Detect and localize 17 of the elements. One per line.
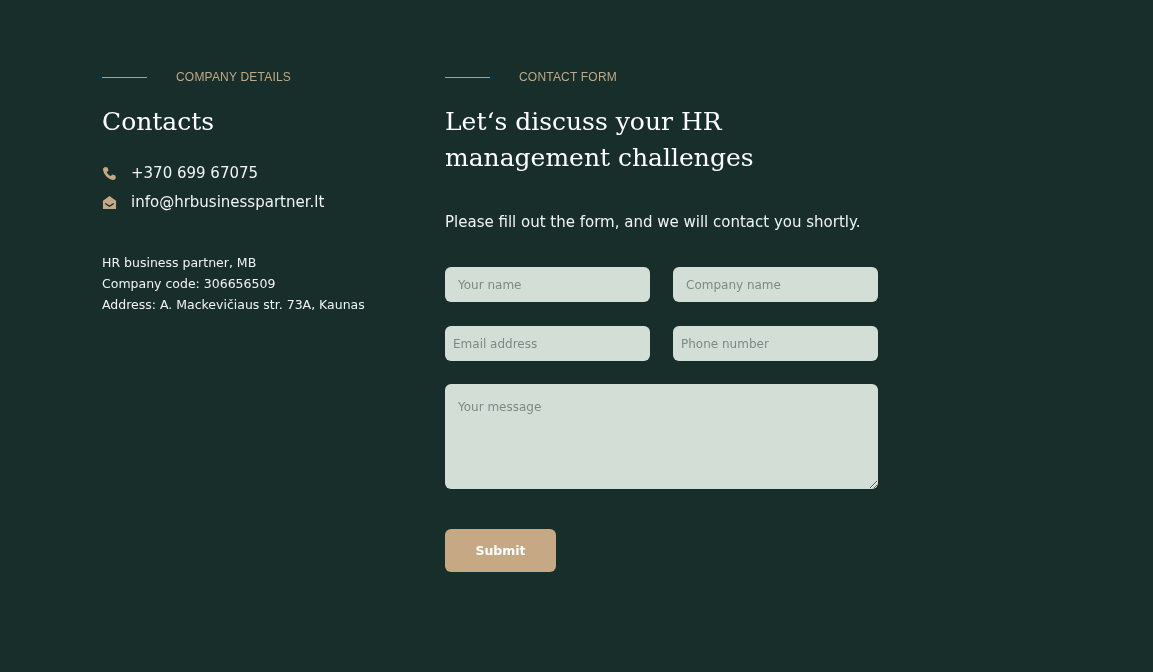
input-field[interactable]: Company name [673,267,878,302]
company-detail: HR business partner, MB [102,254,258,272]
envelope-icon [102,194,117,210]
email-link[interactable]: info@hrbusinesspartner.lt [131,193,325,211]
phone-icon [102,165,117,181]
input-field[interactable]: Your name [445,267,650,302]
section-label: CONTACT FORM [519,70,617,84]
form-heading: Let‘s discuss your HR management challenges [445,106,755,174]
form-intro: Please fill out the form, and we will contact you shortly. [445,213,862,231]
message-field[interactable]: Your message [445,384,878,489]
section-label: COMPANY DETAILS [176,70,292,84]
company-detail: Company code: 306656509 [102,275,277,293]
phone-link[interactable]: +370 699 67075 [131,164,259,182]
company-detail: Address: A. Mackevičiaus str. 73A, Kaunas [102,296,366,314]
input-field[interactable]: Email address [445,326,650,361]
contacts-heading: Contacts [102,106,216,138]
input-field[interactable]: Phone number [673,326,878,361]
